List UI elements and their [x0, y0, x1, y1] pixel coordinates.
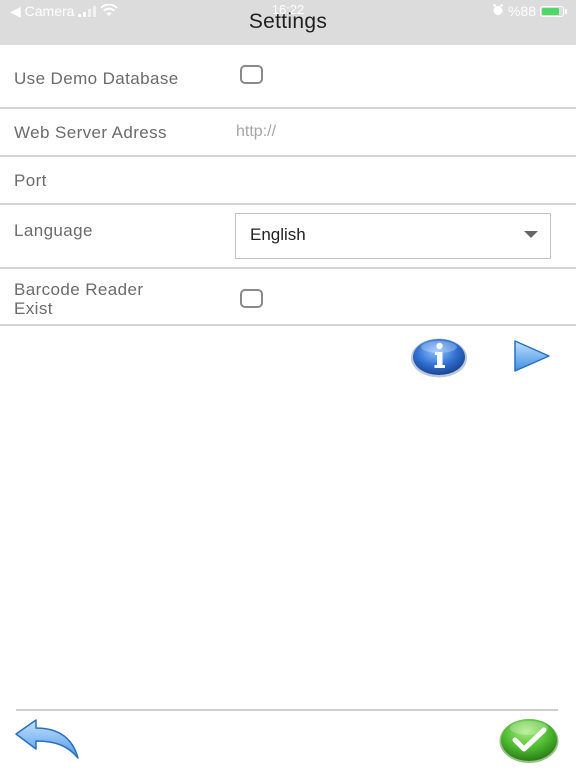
- back-arrow-icon: [15, 719, 79, 759]
- confirm-button[interactable]: [498, 716, 560, 764]
- header-bar: ◀ Camera 16:22 %88 Settings: [0, 0, 576, 45]
- barcode-reader-label-line2: Exist: [14, 299, 53, 318]
- use-demo-database-label: Use Demo Database: [14, 69, 179, 88]
- language-label: Language: [14, 221, 93, 240]
- row-web-server: Web Server Adress: [0, 109, 576, 157]
- barcode-reader-label: Barcode Reader Exist: [14, 280, 143, 318]
- barcode-reader-checkbox[interactable]: [240, 289, 263, 308]
- page-title: Settings: [248, 10, 328, 33]
- chevron-down-icon: [524, 231, 538, 238]
- back-button[interactable]: [12, 716, 82, 762]
- checkmark-icon: [499, 719, 559, 763]
- row-port: Port: [0, 157, 576, 205]
- row-language: Language English: [0, 205, 576, 269]
- info-icon: [411, 338, 467, 378]
- web-server-input[interactable]: [236, 118, 556, 146]
- footer-divider: [16, 709, 558, 711]
- use-demo-database-checkbox[interactable]: [240, 65, 263, 84]
- language-selected-value: English: [250, 225, 306, 244]
- barcode-reader-label-line1: Barcode Reader: [14, 280, 144, 299]
- language-select[interactable]: English: [235, 213, 551, 259]
- port-input[interactable]: [236, 166, 556, 194]
- info-button[interactable]: [410, 336, 468, 378]
- play-arrow-icon: [514, 340, 550, 372]
- row-barcode-reader: Barcode Reader Exist: [0, 269, 576, 326]
- port-label: Port: [14, 171, 47, 190]
- web-server-label: Web Server Adress: [14, 123, 167, 142]
- next-button[interactable]: [512, 338, 552, 374]
- row-use-demo-database: Use Demo Database: [0, 45, 576, 109]
